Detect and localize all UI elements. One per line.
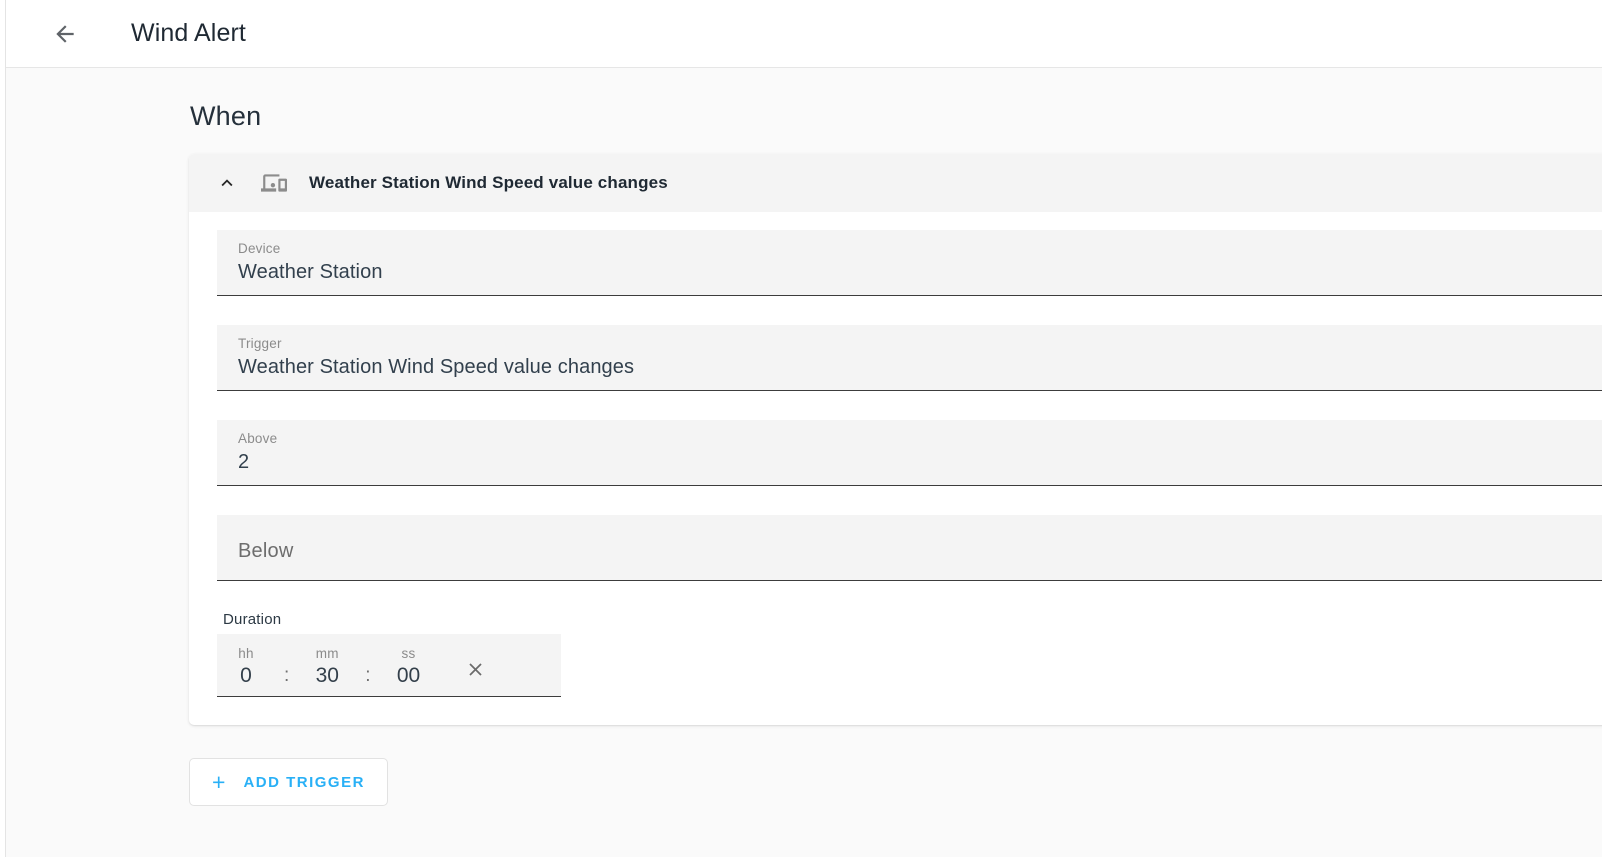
trigger-panel-title: Weather Station Wind Speed value changes	[309, 173, 668, 192]
back-button[interactable]	[41, 10, 89, 58]
trigger-field[interactable]: Trigger Weather Station Wind Speed value…	[217, 325, 1602, 391]
duration-block: Duration hh 0 : mm 30 : ss 00	[217, 611, 561, 697]
toolbar: Wind Alert	[6, 0, 1602, 68]
devices-icon	[259, 170, 289, 196]
device-field-label: Device	[238, 241, 281, 256]
trigger-panel-header[interactable]: Weather Station Wind Speed value changes	[189, 154, 1602, 212]
add-trigger-label: ADD TRIGGER	[243, 773, 365, 791]
duration-seconds-value: 00	[396, 664, 421, 687]
device-field-value: Weather Station	[238, 261, 383, 283]
trigger-field-value: Weather Station Wind Speed value changes	[238, 356, 635, 378]
close-icon	[465, 659, 486, 683]
duration-separator-2: :	[365, 665, 371, 686]
duration-label: Duration	[223, 611, 282, 628]
device-field[interactable]: Device Weather Station	[217, 230, 1602, 296]
duration-hours-value: 0	[240, 664, 252, 687]
trigger-field-label: Trigger	[238, 336, 282, 351]
trigger-panel: Weather Station Wind Speed value changes…	[189, 154, 1602, 725]
app-window: Wind Alert When Weather Station Wind Spe…	[5, 0, 1602, 857]
duration-seconds-label: ss	[401, 646, 416, 661]
below-field[interactable]: Below	[217, 515, 1602, 581]
duration-minutes-label: mm	[315, 646, 339, 661]
duration-seconds-input[interactable]: ss 00	[380, 645, 438, 689]
duration-separator-1: :	[284, 665, 290, 686]
content-area: When Weather Station Wind Speed value ch…	[6, 68, 1602, 857]
duration-hours-input[interactable]: hh 0	[217, 645, 275, 689]
chevron-up-icon[interactable]	[213, 172, 241, 194]
trigger-panel-body: Device Weather Station Trigger Weather S…	[189, 212, 1602, 725]
section-heading-when: When	[190, 101, 262, 131]
arrow-back-icon	[52, 21, 78, 47]
duration-time-picker[interactable]: hh 0 : mm 30 : ss 00	[217, 634, 561, 697]
plus-icon: +	[212, 768, 226, 795]
duration-minutes-input[interactable]: mm 30	[298, 645, 356, 689]
duration-clear-button[interactable]	[460, 655, 492, 687]
page-title: Wind Alert	[131, 19, 246, 47]
below-field-label: Below	[238, 540, 294, 562]
add-trigger-button[interactable]: + ADD TRIGGER	[189, 758, 388, 806]
above-field-label: Above	[238, 431, 278, 446]
duration-hours-label: hh	[238, 646, 254, 661]
duration-minutes-value: 30	[315, 664, 339, 687]
above-field[interactable]: Above 2	[217, 420, 1602, 486]
above-field-value: 2	[238, 451, 250, 473]
